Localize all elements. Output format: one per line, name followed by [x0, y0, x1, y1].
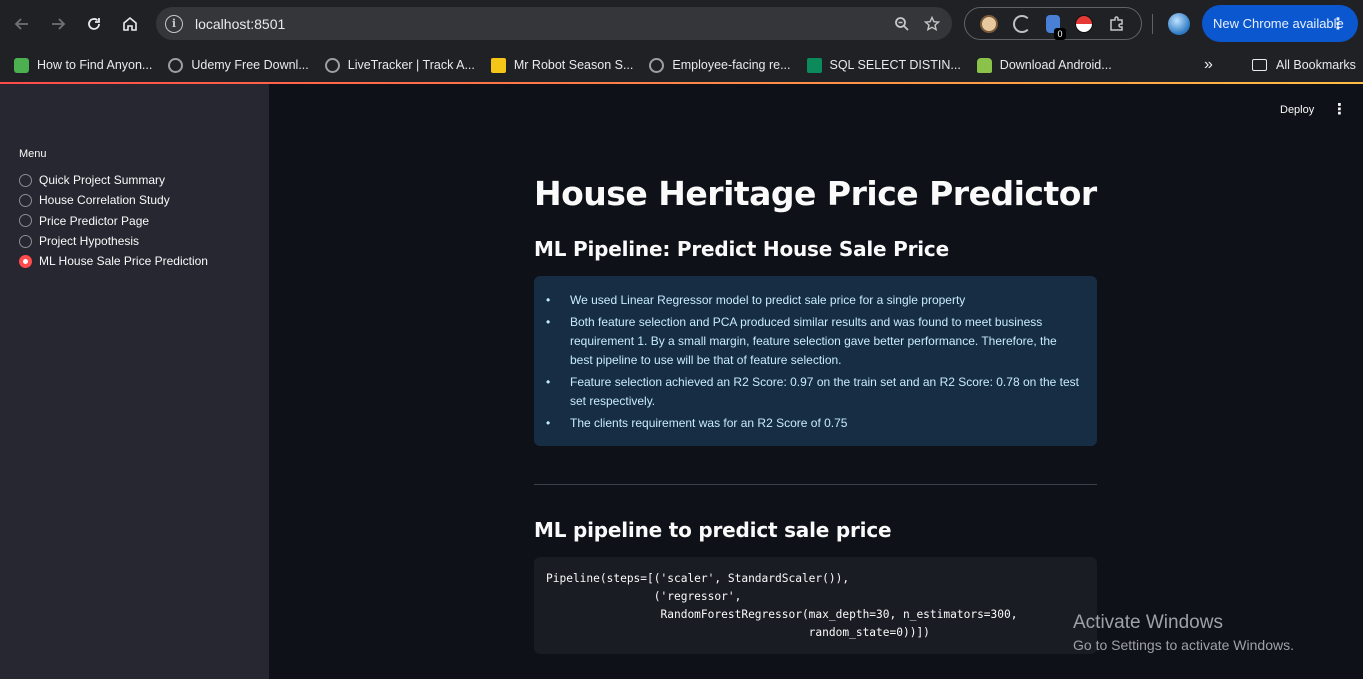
- pokeball-extension-icon[interactable]: [1074, 14, 1093, 33]
- bookmark-label: Employee-facing re...: [672, 58, 791, 72]
- activate-windows-watermark: Activate Windows Go to Settings to activ…: [1073, 612, 1294, 653]
- watermark-title: Activate Windows: [1073, 612, 1223, 633]
- globe-icon: [324, 57, 340, 73]
- radio-option-quick-project-summary[interactable]: Quick Project Summary: [19, 170, 208, 190]
- extension-loader-icon[interactable]: [1013, 14, 1032, 33]
- bookmark-item[interactable]: Mr Robot Season S...: [489, 52, 636, 78]
- android-icon: [976, 57, 992, 73]
- home-button[interactable]: [112, 6, 148, 42]
- info-alert: We used Linear Regressor model to predic…: [534, 276, 1097, 446]
- site-info-icon[interactable]: i: [165, 14, 183, 33]
- bookmark-label: SQL SELECT DISTIN...: [829, 58, 961, 72]
- bookmark-label: Mr Robot Season S...: [513, 58, 634, 72]
- radio-option-project-hypothesis[interactable]: Project Hypothesis: [19, 231, 208, 251]
- bookmark-item[interactable]: Udemy Free Downl...: [166, 52, 310, 78]
- bookmark-label: Download Android...: [999, 58, 1112, 72]
- forward-arrow-icon: [52, 18, 66, 30]
- folder-icon: [1252, 59, 1267, 71]
- m-logo-icon: [490, 57, 506, 73]
- chrome-menu-icon[interactable]: ⋮: [1330, 14, 1346, 34]
- radio-button[interactable]: [19, 214, 32, 228]
- url-text[interactable]: localhost:8501: [195, 16, 285, 32]
- sidebar: Menu Quick Project Summary House Correla…: [0, 84, 269, 679]
- reload-icon: [88, 18, 100, 30]
- list-item: We used Linear Regressor model to predic…: [546, 291, 1081, 310]
- radio-button[interactable]: [19, 173, 32, 187]
- back-button[interactable]: [4, 6, 40, 42]
- radio-label[interactable]: ML House Sale Price Prediction: [39, 254, 208, 268]
- home-icon: [123, 16, 137, 31]
- bookmark-item[interactable]: Download Android...: [975, 52, 1114, 78]
- bookmark-star-icon[interactable]: [924, 15, 940, 32]
- summary-list: We used Linear Regressor model to predic…: [546, 291, 1081, 433]
- extensions-bar: 0: [964, 7, 1142, 40]
- bookmark-label: Udemy Free Downl...: [191, 58, 309, 72]
- menu-label: Menu: [19, 148, 47, 160]
- list-item: Feature selection achieved an R2 Score: …: [546, 373, 1081, 411]
- list-item: Both feature selection and PCA produced …: [546, 313, 1081, 370]
- browser-toolbar: i localhost:8501 0 New Chrome available …: [0, 0, 1363, 48]
- section-heading: ML pipeline to predict sale price: [534, 518, 892, 542]
- address-bar[interactable]: i localhost:8501: [156, 7, 952, 40]
- radio-label[interactable]: Price Predictor Page: [39, 214, 149, 228]
- page-title: House Heritage Price Predictor: [534, 174, 1097, 213]
- bookmarks-bar: How to Find Anyon... Udemy Free Downl...…: [0, 48, 1363, 82]
- globe-icon: [168, 57, 184, 73]
- nav-buttons: [4, 6, 148, 42]
- forward-button[interactable]: [40, 6, 76, 42]
- puzzle-extensions-icon[interactable]: [1108, 15, 1126, 33]
- radio-button-selected[interactable]: [19, 254, 32, 268]
- toolbar-separator: [1152, 14, 1153, 34]
- all-bookmarks-label: All Bookmarks: [1276, 58, 1356, 72]
- bookmark-item[interactable]: SQL SELECT DISTIN...: [805, 52, 963, 78]
- list-item: The clients requirement was for an R2 Sc…: [546, 414, 1081, 433]
- radio-option-ml-house-sale-price-prediction[interactable]: ML House Sale Price Prediction: [19, 251, 208, 271]
- bookmark-item[interactable]: LiveTracker | Track A...: [323, 52, 477, 78]
- profile-avatar[interactable]: [1168, 13, 1190, 35]
- extension-badge-icon[interactable]: 0: [1045, 14, 1066, 40]
- all-bookmarks-button[interactable]: All Bookmarks: [1252, 48, 1356, 82]
- reload-button[interactable]: [76, 6, 112, 42]
- w3schools-icon: [806, 57, 822, 73]
- zoom-icon[interactable]: [894, 16, 910, 32]
- section-heading: ML Pipeline: Predict House Sale Price: [534, 237, 949, 261]
- pipeline-code: Pipeline(steps=[('scaler', StandardScale…: [546, 572, 1018, 639]
- bookmark-favicon-icon: [14, 57, 29, 73]
- radio-button[interactable]: [19, 234, 32, 248]
- navigation-radio-group: Quick Project Summary House Correlation …: [19, 170, 208, 271]
- main-menu-icon[interactable]: ⋮: [1332, 102, 1347, 117]
- bookmarks-overflow-icon[interactable]: »: [1204, 48, 1213, 82]
- code-block: Pipeline(steps=[('scaler', StandardScale…: [534, 557, 1097, 654]
- bookmark-label: How to Find Anyon...: [37, 58, 153, 72]
- radio-option-house-correlation-study[interactable]: House Correlation Study: [19, 190, 208, 210]
- bookmark-item[interactable]: Employee-facing re...: [647, 52, 792, 78]
- radio-option-price-predictor-page[interactable]: Price Predictor Page: [19, 211, 208, 231]
- back-arrow-icon: [14, 18, 28, 30]
- radio-button[interactable]: [19, 193, 32, 207]
- omnibox-actions: [894, 7, 940, 40]
- watermark-subtitle: Go to Settings to activate Windows.: [1073, 637, 1294, 653]
- globe-icon: [649, 57, 665, 73]
- bookmark-label: LiveTracker | Track A...: [347, 58, 475, 72]
- radio-label[interactable]: Project Hypothesis: [39, 234, 139, 248]
- extension-face-icon[interactable]: [980, 14, 999, 33]
- update-chrome-button[interactable]: New Chrome available ⋮: [1202, 5, 1358, 42]
- bookmark-item[interactable]: How to Find Anyon...: [12, 52, 154, 78]
- deploy-button[interactable]: Deploy: [1280, 104, 1314, 116]
- extension-badge-count: 0: [1053, 27, 1066, 40]
- update-chrome-label: New Chrome available: [1213, 16, 1344, 31]
- radio-label[interactable]: House Correlation Study: [39, 193, 170, 207]
- divider: [534, 484, 1097, 485]
- radio-label[interactable]: Quick Project Summary: [39, 173, 165, 187]
